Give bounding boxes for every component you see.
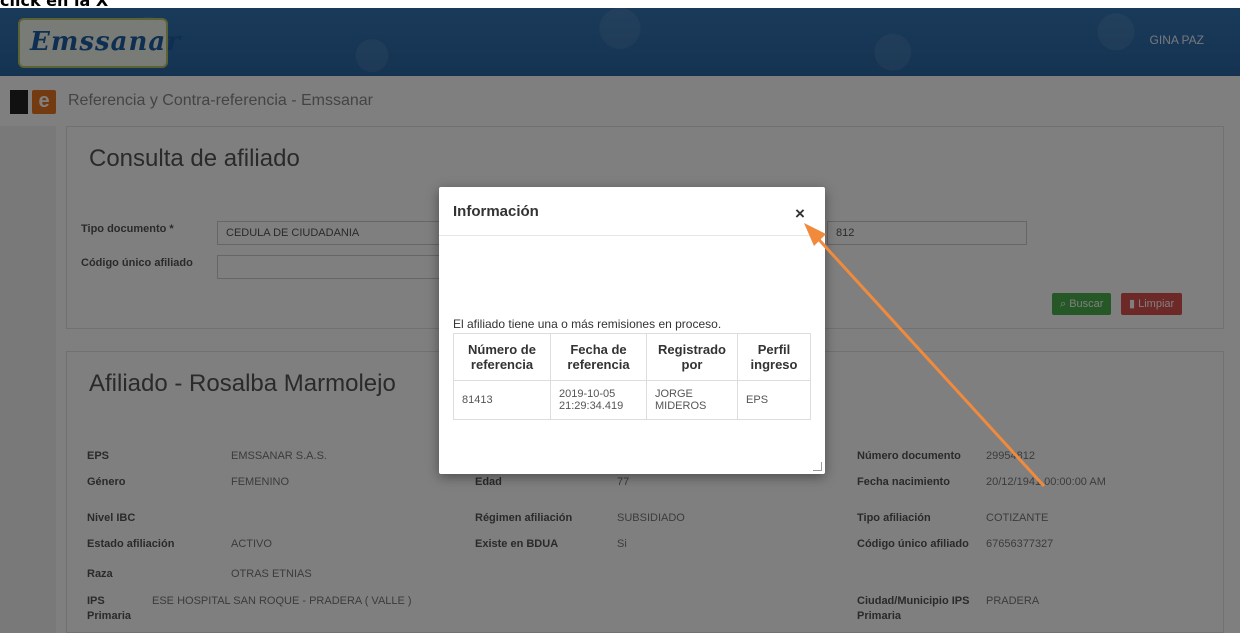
table-row[interactable]: 81413 2019-10-05 21:29:34.419 JORGE MIDE… — [453, 380, 811, 420]
column-header: Perfil ingreso — [737, 333, 811, 381]
table-cell: JORGE MIDEROS — [645, 380, 739, 420]
instruction-caption: click en la X — [0, 0, 115, 9]
modal-title: Información — [453, 203, 539, 220]
table-cell: 81413 — [453, 380, 551, 420]
modal-divider — [439, 235, 825, 236]
close-icon[interactable]: × — [795, 205, 805, 222]
resize-handle[interactable] — [813, 462, 822, 471]
column-header: Fecha de referencia — [549, 333, 648, 381]
table-header-row: Número de referencia Fecha de referencia… — [453, 333, 811, 381]
remisiones-table: Número de referencia Fecha de referencia… — [453, 333, 811, 420]
modal-message: El afiliado tiene una o más remisiones e… — [453, 317, 722, 331]
informacion-modal: Información × El afiliado tiene una o má… — [439, 187, 825, 474]
column-header: Registrado por — [645, 333, 739, 381]
table-cell: 2019-10-05 21:29:34.419 — [549, 380, 648, 420]
column-header: Número de referencia — [453, 333, 551, 381]
table-cell: EPS — [737, 380, 811, 420]
